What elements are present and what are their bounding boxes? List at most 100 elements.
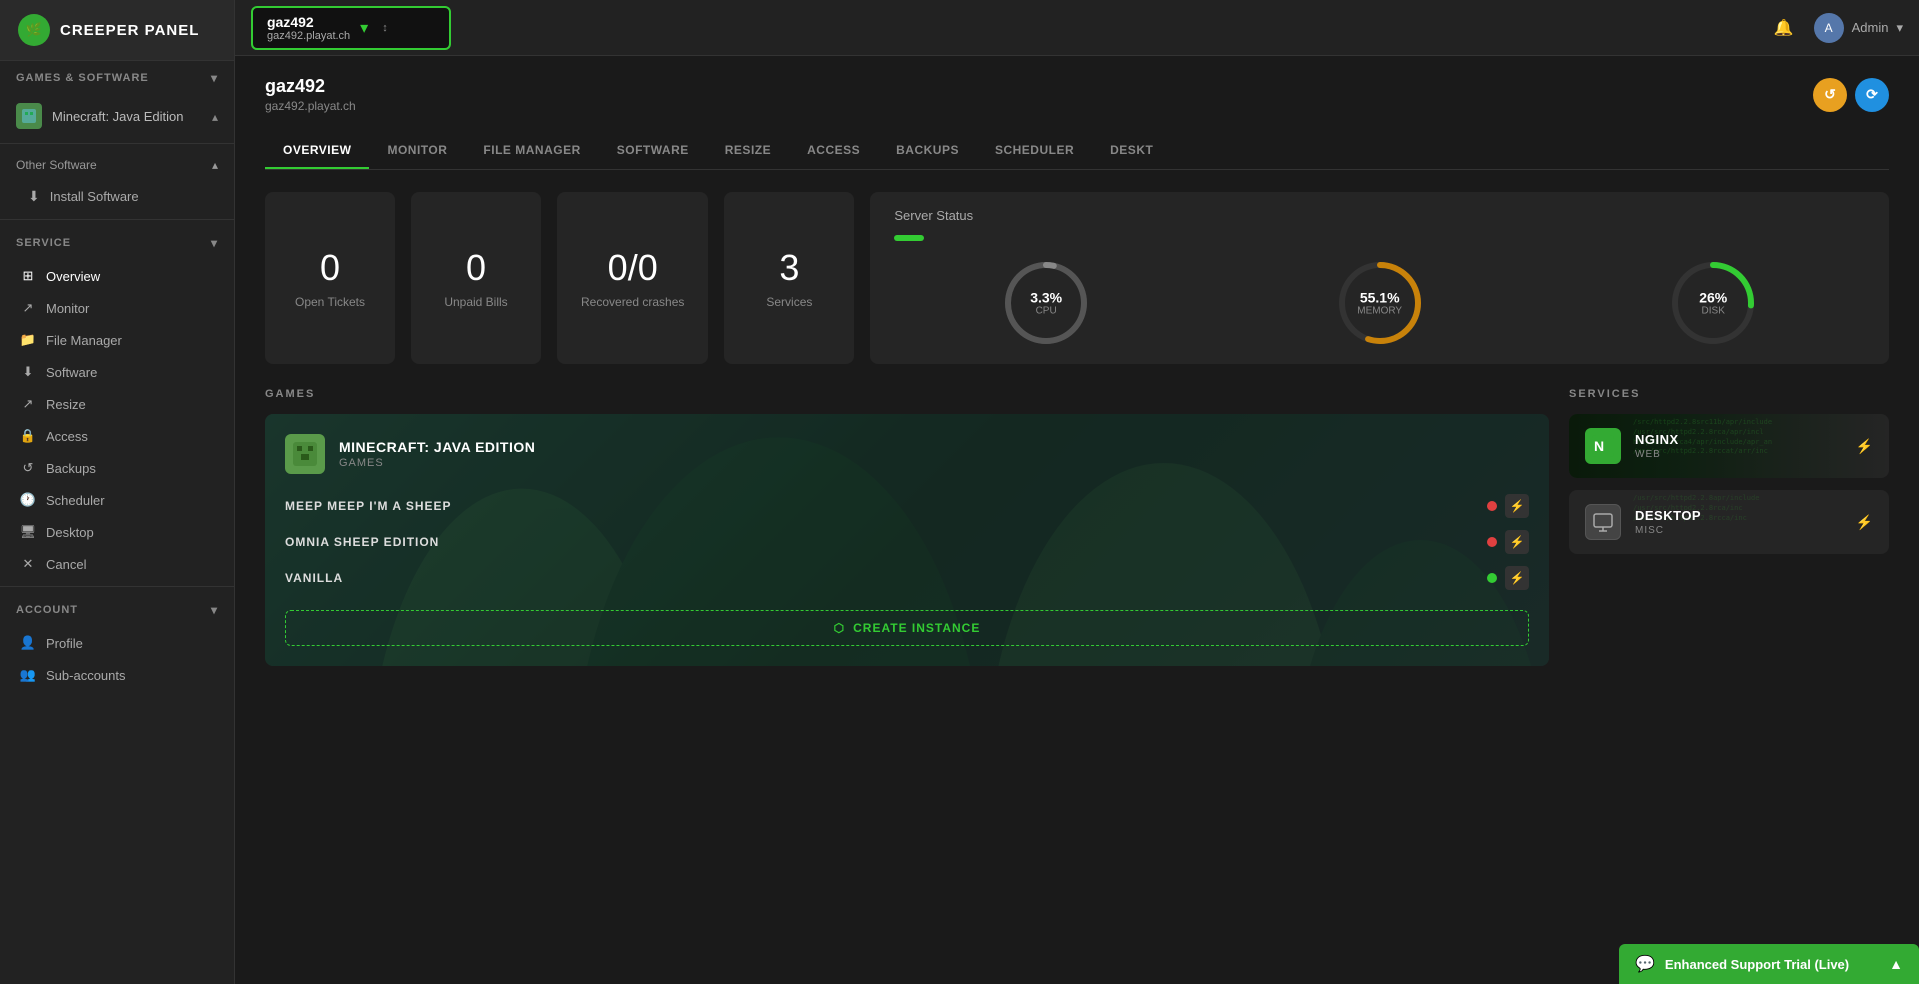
server-selector[interactable]: gaz492 gaz492.playat.ch ▾ ↕ [251,6,451,50]
sidebar-item-file-manager[interactable]: 📁 File Manager [0,324,234,356]
sidebar-item-cancel[interactable]: ✕ Cancel [0,548,234,580]
other-software-header[interactable]: Other Software [0,150,234,180]
tab-backups[interactable]: BACKUPS [878,133,977,169]
lower-row: GAMES [265,388,1889,666]
sidebar-item-software[interactable]: ⬇ Software [0,356,234,388]
tab-file-manager[interactable]: FILE MANAGER [465,133,598,169]
tab-scheduler[interactable]: SCHEDULER [977,133,1092,169]
instance-vanilla: VANILLA ⚡ [285,566,1529,590]
instance-meep-status [1487,501,1497,511]
sidebar-item-profile[interactable]: 👤 Profile [0,627,234,659]
person-icon: 👤 [20,635,36,651]
server-title-domain: gaz492.playat.ch [265,99,356,113]
minecraft-chevron [212,109,218,124]
services-section-title: SERVICES [1569,388,1889,400]
restart-button[interactable]: ↺ [1813,78,1847,112]
games-card-content: MINECRAFT: JAVA EDITION GAMES MEEP MEEP … [265,414,1549,666]
services-section: SERVICES /src/httpd2.2.8src11b/apr/inclu… [1569,388,1889,666]
unpaid-bills-value: 0 [466,247,486,289]
open-tickets-value: 0 [320,247,340,289]
disk-gauge-circle: 26% DISK [1668,258,1758,348]
clock-icon: 🕐 [20,492,36,508]
sidebar-item-desktop[interactable]: 🖥 Desktop [0,516,234,548]
sidebar-item-scheduler[interactable]: 🕐 Scheduler [0,484,234,516]
recovered-crashes-card: 0/0 Recovered crashes [557,192,708,364]
support-bar[interactable]: 💬 Enhanced Support Trial (Live) ▲ [1619,944,1919,984]
server-header: gaz492 gaz492.playat.ch ↺ ⟳ [265,76,1889,113]
games-section: GAMES [265,388,1549,666]
game-header: MINECRAFT: JAVA EDITION GAMES [285,434,1529,474]
svg-text:N: N [1594,438,1604,454]
services-label: Services [766,295,812,309]
sidebar-item-monitor[interactable]: ↗ Monitor [0,292,234,324]
notifications-button[interactable]: 🔔 [1768,12,1800,44]
game-info: MINECRAFT: JAVA EDITION GAMES [339,439,535,469]
app-title: CREEPER PANEL [60,22,199,39]
resize-icon: ↗ [20,396,36,412]
games-section-title: GAMES [265,388,1549,400]
recovered-crashes-value: 0/0 [608,247,658,289]
sync-button[interactable]: ⟳ [1855,78,1889,112]
instance-omnia-status [1487,537,1497,547]
tabs: OVERVIEW MONITOR FILE MANAGER SOFTWARE R… [265,133,1889,170]
desktop-icon: 🖥 [20,524,36,540]
desktop-service-card: /usr/src/httpd2.2.8apr/include /usr/src/… [1569,490,1889,554]
sidebar-item-access[interactable]: 🔒 Access [0,420,234,452]
sidebar-item-resize[interactable]: ↗ Resize [0,388,234,420]
tab-overview[interactable]: OVERVIEW [265,133,369,169]
account-section-header[interactable]: ACCOUNT [0,593,234,627]
nginx-lightning[interactable]: ⚡ [1856,438,1873,455]
desktop-info: DESKTOP MISC [1635,508,1842,536]
nginx-info: NGINX WEB [1635,432,1842,460]
minecraft-item[interactable]: Minecraft: Java Edition [0,95,234,137]
gauges-row: 3.3% CPU 55.1% [894,258,1865,348]
server-selector-chevron: ▾ [360,18,368,38]
content-area: gaz492 gaz492.playat.ch ↺ ⟳ OVERVIEW MON… [235,56,1919,984]
instance-vanilla-status [1487,573,1497,583]
create-instance-button[interactable]: ⬡ CREATE INSTANCE [285,610,1529,646]
instance-vanilla-action[interactable]: ⚡ [1505,566,1529,590]
tab-desktop[interactable]: DESKT [1092,133,1171,169]
support-close-icon[interactable]: ▲ [1889,956,1903,972]
desktop-lightning[interactable]: ⚡ [1856,514,1873,531]
games-software-section[interactable]: GAMES & SOFTWARE [0,61,234,95]
lock-icon: 🔒 [20,428,36,444]
users-icon: 👥 [20,667,36,683]
topbar: gaz492 gaz492.playat.ch ▾ ↕ 🔔 A Admin ▾ [235,0,1919,56]
tab-software[interactable]: SOFTWARE [599,133,707,169]
services-value: 3 [779,247,799,289]
nginx-service-card: /src/httpd2.2.8src11b/apr/include /usr/s… [1569,414,1889,478]
minecraft-icon [16,103,42,129]
stats-row: 0 Open Tickets 0 Unpaid Bills 0/0 Recove… [265,192,1889,364]
desktop-card-content: DESKTOP MISC ⚡ [1585,504,1873,540]
service-chevron [211,236,218,250]
status-indicator [894,235,924,241]
main-area: gaz492 gaz492.playat.ch ▾ ↕ 🔔 A Admin ▾ … [235,0,1919,984]
sidebar-item-sub-accounts[interactable]: 👥 Sub-accounts [0,659,234,691]
sidebar-item-backups[interactable]: ↺ Backups [0,452,234,484]
memory-gauge: 55.1% MEMORY [1335,258,1425,348]
cpu-gauge-circle: 3.3% CPU [1001,258,1091,348]
support-chat-icon: 💬 [1635,954,1655,974]
tab-monitor[interactable]: MONITOR [369,133,465,169]
sidebar-item-overview[interactable]: ⊞ Overview [0,260,234,292]
tab-access[interactable]: ACCESS [789,133,878,169]
sidebar: 🌿 CREEPER PANEL GAMES & SOFTWARE Minecra… [0,0,235,984]
nginx-icon: N [1585,428,1621,464]
recovered-crashes-label: Recovered crashes [581,295,684,309]
grid-icon: ⊞ [20,268,36,284]
server-status-card: Server Status 3.3% [870,192,1889,364]
instance-meep-action[interactable]: ⚡ [1505,494,1529,518]
server-title: gaz492 gaz492.playat.ch [265,76,356,113]
instance-meep: MEEP MEEP I'M A SHEEP ⚡ [285,494,1529,518]
install-software-item[interactable]: ⬇ Install Software [0,180,234,213]
cpu-gauge: 3.3% CPU [1001,258,1091,348]
tab-resize[interactable]: RESIZE [707,133,789,169]
server-selector-text: gaz492 gaz492.playat.ch [267,14,350,42]
instance-omnia-action[interactable]: ⚡ [1505,530,1529,554]
admin-chevron: ▾ [1896,20,1903,36]
service-section-header[interactable]: SERVICE [0,226,234,260]
admin-menu-button[interactable]: A Admin ▾ [1814,13,1903,43]
create-icon: ⬡ [834,621,845,635]
activity-icon: ↗ [20,300,36,316]
